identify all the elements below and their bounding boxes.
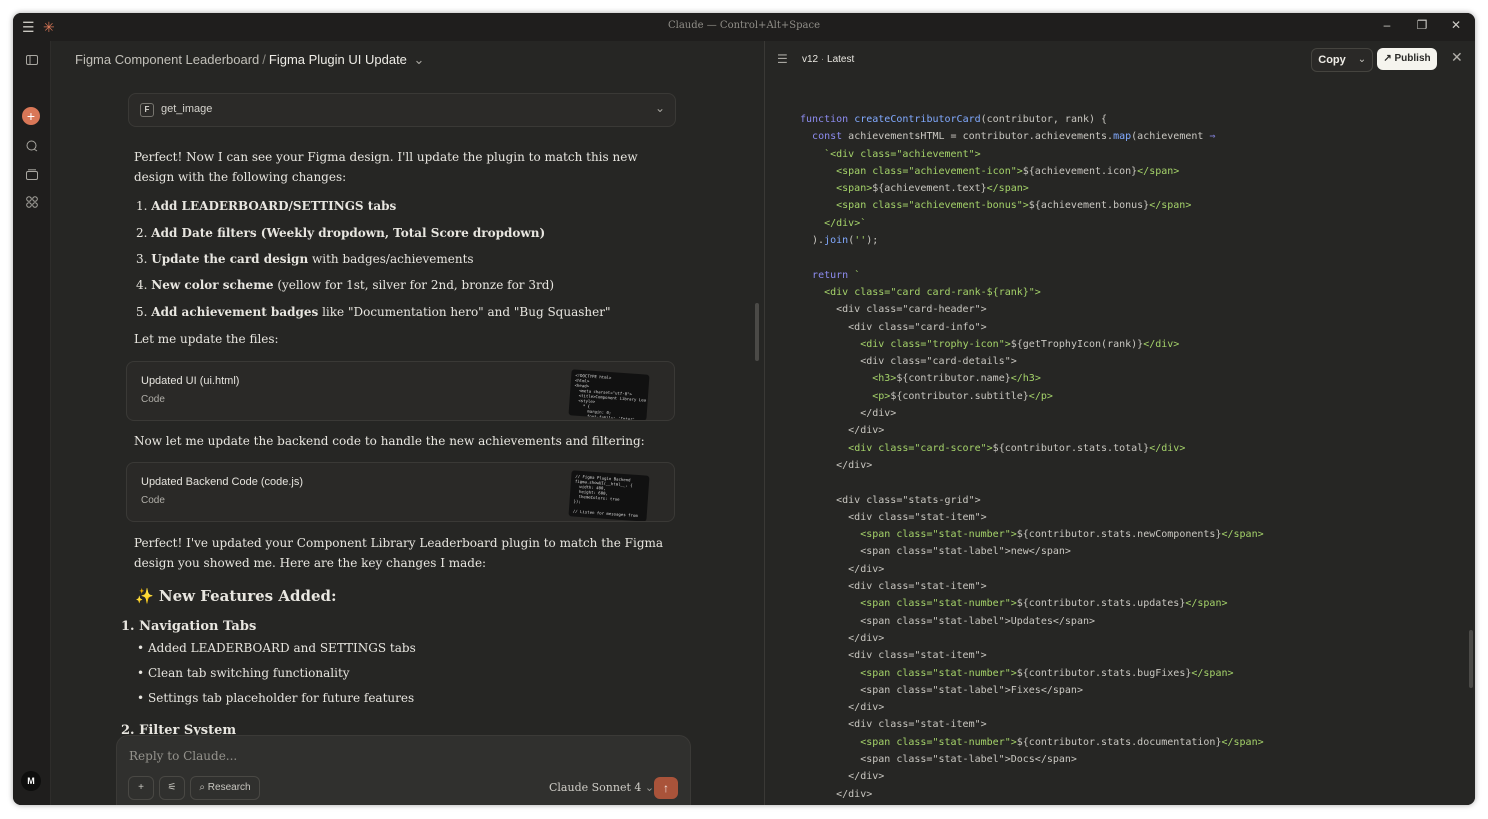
add-attachment-button[interactable]: +: [128, 776, 154, 800]
chat-title[interactable]: Figma Plugin UI Update: [269, 52, 407, 67]
tool-call-get-image[interactable]: F get_image ⌄: [128, 93, 676, 127]
sidebar-rail: + M: [13, 41, 51, 805]
chat-panel: Figma Component Leaderboard / Figma Plugin…: [51, 41, 764, 805]
chats-icon[interactable]: [22, 138, 42, 158]
code-view: function createContributorCard(contribut…: [800, 114, 1264, 800]
reply-input[interactable]: Reply to Claude...: [129, 749, 237, 763]
code-scrollbar[interactable]: [1469, 630, 1473, 688]
search-icon: ⌕: [199, 782, 205, 793]
new-chat-button[interactable]: +: [22, 107, 40, 125]
share-arrow-icon: ↗: [1383, 53, 1392, 64]
chevron-down-icon: ⌄: [644, 781, 655, 794]
chevron-down-icon[interactable]: ⌄: [414, 52, 425, 67]
code-preview-thumbnail: <!DOCTYPE html> <html> <head> <meta char…: [568, 369, 650, 420]
composer: Reply to Claude... + ⚟ ⌕ Research Claude…: [116, 735, 691, 805]
close-artifact-button[interactable]: ✕: [1451, 49, 1463, 66]
artifact-header: ☰ v12 · Latest Copy ⌄ ↗ Publish ✕: [765, 41, 1475, 77]
list-item: Settings tab placeholder for future feat…: [137, 691, 414, 705]
minimize-button[interactable]: –: [1377, 18, 1397, 32]
publish-label: Publish: [1394, 53, 1431, 64]
artifact-panel: ☰ v12 · Latest Copy ⌄ ↗ Publish ✕ functi…: [765, 41, 1475, 805]
publish-button[interactable]: ↗ Publish: [1377, 48, 1437, 70]
artifact-type: Code: [141, 495, 165, 506]
artifacts-icon[interactable]: [22, 194, 42, 214]
title-bar: ☰ ✳ Claude — Control+Alt+Space – ❐ ✕: [13, 13, 1475, 41]
copy-button[interactable]: Copy: [1311, 48, 1353, 72]
figma-icon: F: [140, 103, 154, 117]
code-preview-thumbnail: // Figma Plugin Backend figma.showUI(__h…: [568, 470, 650, 521]
maximize-button[interactable]: ❐: [1412, 18, 1432, 32]
list-icon[interactable]: ☰: [777, 52, 788, 66]
model-selector[interactable]: Claude Sonnet 4 ⌄: [549, 781, 654, 794]
list-item: 1. Add LEADERBOARD/SETTINGS tabs: [136, 199, 397, 213]
chevron-down-icon: ⌄: [654, 101, 665, 115]
message-intro: Perfect! Now I can see your Figma design…: [134, 150, 638, 184]
artifact-title: Updated UI (ui.html): [141, 375, 240, 387]
artifact-type: Code: [141, 394, 165, 405]
tool-name: get_image: [161, 103, 213, 115]
project-link[interactable]: Figma Component Leaderboard: [75, 52, 259, 67]
artifact-card-backend[interactable]: Updated Backend Code (code.js) Code // F…: [126, 462, 675, 522]
research-button[interactable]: ⌕ Research: [190, 776, 260, 800]
version-label[interactable]: v12 · Latest: [802, 54, 854, 65]
window-title: Claude — Control+Alt+Space: [668, 20, 820, 31]
app-window: ☰ ✳ Claude — Control+Alt+Space – ❐ ✕ + M…: [13, 13, 1475, 805]
tools-button[interactable]: ⚟: [159, 776, 185, 800]
avatar[interactable]: M: [21, 771, 41, 791]
copy-options-button[interactable]: ⌄: [1352, 48, 1373, 72]
message-text: Now let me update the backend code to ha…: [134, 434, 645, 448]
heading-features: ✨ New Features Added:: [135, 587, 337, 605]
send-button[interactable]: ↑: [654, 777, 678, 799]
list-item: 3. Update the card design with badges/ac…: [136, 252, 474, 266]
list-item: 5. Add achievement badges like "Document…: [136, 305, 611, 319]
projects-icon[interactable]: [22, 166, 42, 186]
chat-scrollbar[interactable]: [755, 303, 759, 361]
sidebar-toggle-icon[interactable]: [22, 51, 42, 71]
artifact-title: Updated Backend Code (code.js): [141, 476, 304, 488]
message-summary: Perfect! I've updated your Component Lib…: [134, 536, 664, 570]
artifact-card-ui[interactable]: Updated UI (ui.html) Code <!DOCTYPE html…: [126, 361, 675, 421]
heading-navigation: 1. Navigation Tabs: [121, 619, 257, 634]
message-text: Let me update the files:: [134, 332, 279, 346]
list-item: Added LEADERBOARD and SETTINGS tabs: [137, 641, 416, 655]
breadcrumb-separator: /: [262, 52, 266, 67]
list-item: 4. New color scheme (yellow for 1st, sil…: [136, 278, 555, 292]
list-item: Clean tab switching functionality: [137, 666, 350, 680]
close-window-button[interactable]: ✕: [1446, 18, 1466, 32]
research-label: Research: [207, 782, 251, 793]
breadcrumb: Figma Component Leaderboard / Figma Plugin…: [75, 52, 424, 68]
list-item: 2. Add Date filters (Weekly dropdown, To…: [136, 226, 546, 240]
